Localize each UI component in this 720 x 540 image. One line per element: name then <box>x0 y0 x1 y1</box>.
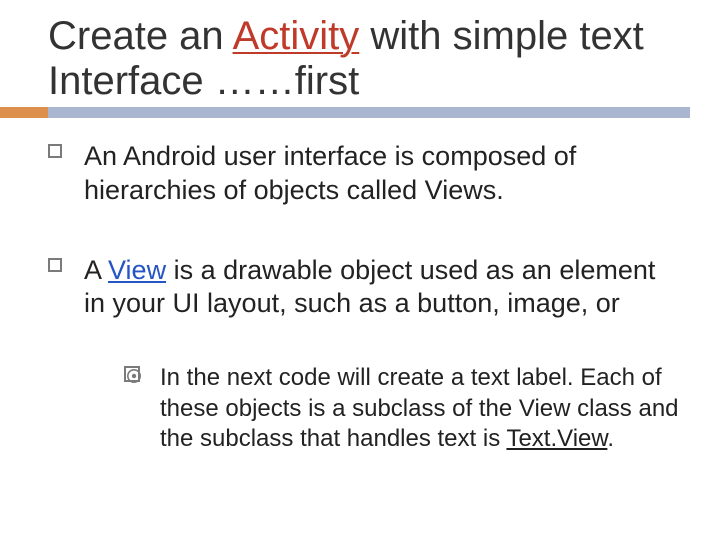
bullet-item-2-sub: In the next code will create a text labe… <box>124 363 680 455</box>
square-bullet-icon <box>48 258 62 272</box>
bullet-2-link-view[interactable]: View <box>108 255 166 285</box>
title-divider-bar <box>48 107 690 118</box>
slide-title: Create an Activity with simple text Inte… <box>48 14 690 104</box>
bullet-2-sub-text-post: . <box>607 425 614 452</box>
title-divider <box>0 107 690 118</box>
bullet-item-2: A View is a drawable object used as an e… <box>48 254 680 456</box>
slide: Create an Activity with simple text Inte… <box>0 0 720 540</box>
bullet-2-text-pre: A <box>84 255 108 285</box>
bullet-1-text: An Android user interface is composed of… <box>84 141 576 205</box>
circle-dot-bullet-icon <box>124 366 140 382</box>
bullet-2-text-post: is a drawable object used as an element … <box>84 255 655 319</box>
title-text-pre: Create an <box>48 14 233 58</box>
title-divider-accent <box>0 107 48 118</box>
title-accent-word: Activity <box>233 14 360 58</box>
bullet-item-1: An Android user interface is composed of… <box>48 140 680 208</box>
bullet-2-sub-link-textview[interactable]: Text.View <box>506 425 607 452</box>
slide-body: An Android user interface is composed of… <box>48 140 680 501</box>
square-bullet-icon <box>48 144 62 158</box>
